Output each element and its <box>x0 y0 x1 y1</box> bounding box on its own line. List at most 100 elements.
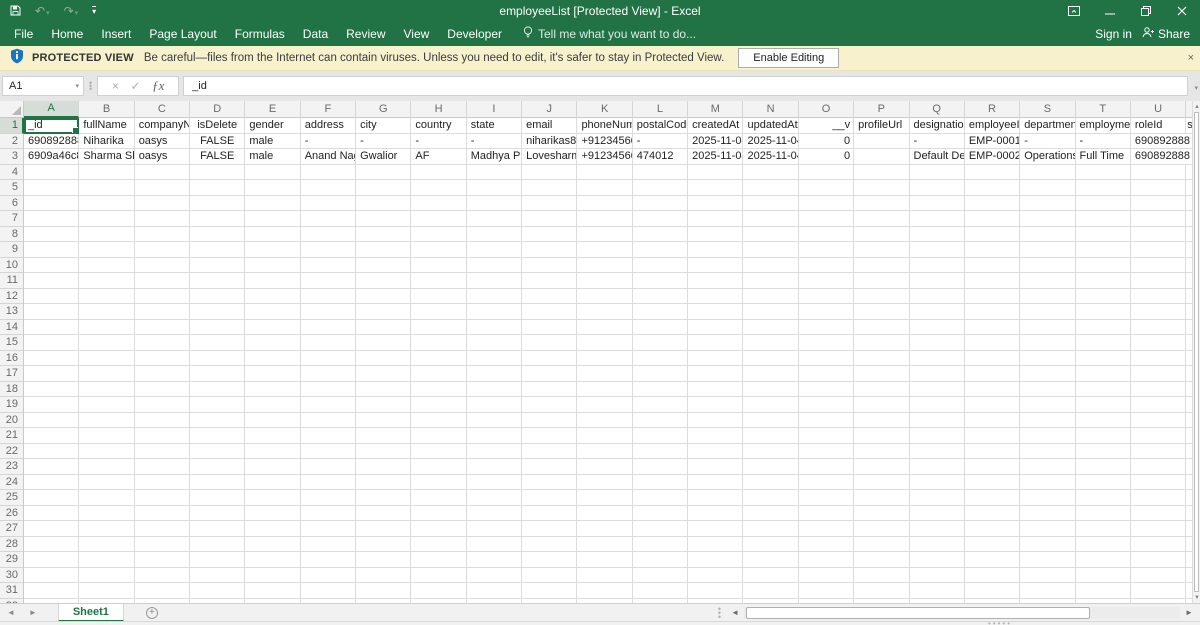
cell-J8[interactable] <box>522 227 577 243</box>
cell-B28[interactable] <box>79 537 134 553</box>
cell-M1[interactable]: createdAt <box>688 118 743 134</box>
cell-R10[interactable] <box>965 258 1020 274</box>
cell-N25[interactable] <box>743 490 798 506</box>
cell-J31[interactable] <box>522 583 577 599</box>
cell-I19[interactable] <box>467 397 522 413</box>
cell-D13[interactable] <box>190 304 245 320</box>
cell-I2[interactable]: - <box>467 134 522 150</box>
cell-A25[interactable] <box>24 490 79 506</box>
cell-L31[interactable] <box>633 583 688 599</box>
cell-U8[interactable] <box>1131 227 1186 243</box>
cell-K27[interactable] <box>577 521 632 537</box>
cell-N14[interactable] <box>743 320 798 336</box>
cell-I20[interactable] <box>467 413 522 429</box>
save-icon[interactable] <box>10 5 21 18</box>
row-header-11[interactable]: 11 <box>0 273 24 289</box>
cell-Q11[interactable] <box>910 273 965 289</box>
cell-C4[interactable] <box>135 165 190 181</box>
cell-I10[interactable] <box>467 258 522 274</box>
cell-A10[interactable] <box>24 258 79 274</box>
cell-F17[interactable] <box>301 366 356 382</box>
cell-G18[interactable] <box>356 382 411 398</box>
cell-G2[interactable]: - <box>356 134 411 150</box>
cell-P24[interactable] <box>854 475 909 491</box>
cell-O30[interactable] <box>799 568 854 584</box>
cell-C12[interactable] <box>135 289 190 305</box>
cell-J27[interactable] <box>522 521 577 537</box>
cell-N18[interactable] <box>743 382 798 398</box>
cell-L16[interactable] <box>633 351 688 367</box>
cell-T11[interactable] <box>1076 273 1131 289</box>
share-button[interactable]: Share <box>1142 27 1190 41</box>
cell-N15[interactable] <box>743 335 798 351</box>
cell-T8[interactable] <box>1076 227 1131 243</box>
cell-L25[interactable] <box>633 490 688 506</box>
cell-M10[interactable] <box>688 258 743 274</box>
sheet-tab-sheet1[interactable]: Sheet1 <box>58 604 124 622</box>
cell-M30[interactable] <box>688 568 743 584</box>
cell-J7[interactable] <box>522 211 577 227</box>
cell-F18[interactable] <box>301 382 356 398</box>
cell-S21[interactable] <box>1020 428 1075 444</box>
cell-O11[interactable] <box>799 273 854 289</box>
cell-R31[interactable] <box>965 583 1020 599</box>
cell-M12[interactable] <box>688 289 743 305</box>
column-header-T[interactable]: T <box>1076 101 1131 118</box>
cell-A21[interactable] <box>24 428 79 444</box>
cell-R7[interactable] <box>965 211 1020 227</box>
cell-L8[interactable] <box>633 227 688 243</box>
cell-C15[interactable] <box>135 335 190 351</box>
cell-T12[interactable] <box>1076 289 1131 305</box>
cell-S11[interactable] <box>1020 273 1075 289</box>
cell-H17[interactable] <box>411 366 466 382</box>
cell-G12[interactable] <box>356 289 411 305</box>
cell-K10[interactable] <box>577 258 632 274</box>
cell-N28[interactable] <box>743 537 798 553</box>
cell-A29[interactable] <box>24 552 79 568</box>
cell-K18[interactable] <box>577 382 632 398</box>
cell-E15[interactable] <box>245 335 300 351</box>
cell-T4[interactable] <box>1076 165 1131 181</box>
cell-L7[interactable] <box>633 211 688 227</box>
cell-Q9[interactable] <box>910 242 965 258</box>
cell-P9[interactable] <box>854 242 909 258</box>
cell-P25[interactable] <box>854 490 909 506</box>
cell-N19[interactable] <box>743 397 798 413</box>
cell-T18[interactable] <box>1076 382 1131 398</box>
cell-S6[interactable] <box>1020 196 1075 212</box>
cell-D23[interactable] <box>190 459 245 475</box>
cell-S28[interactable] <box>1020 537 1075 553</box>
cell-H21[interactable] <box>411 428 466 444</box>
name-box[interactable]: A1 ▾ <box>2 76 84 96</box>
cell-I31[interactable] <box>467 583 522 599</box>
cell-J9[interactable] <box>522 242 577 258</box>
cell-P28[interactable] <box>854 537 909 553</box>
cell-K7[interactable] <box>577 211 632 227</box>
cell-L30[interactable] <box>633 568 688 584</box>
cell-K15[interactable] <box>577 335 632 351</box>
cell-N2[interactable]: 2025-11-04 <box>743 134 798 150</box>
cell-S26[interactable] <box>1020 506 1075 522</box>
cell-L26[interactable] <box>633 506 688 522</box>
cell-U31[interactable] <box>1131 583 1186 599</box>
cell-P2[interactable] <box>854 134 909 150</box>
cell-R18[interactable] <box>965 382 1020 398</box>
cell-T2[interactable]: - <box>1076 134 1131 150</box>
cell-T7[interactable] <box>1076 211 1131 227</box>
cell-F31[interactable] <box>301 583 356 599</box>
cell-M26[interactable] <box>688 506 743 522</box>
cell-H18[interactable] <box>411 382 466 398</box>
cell-N10[interactable] <box>743 258 798 274</box>
cell-Q30[interactable] <box>910 568 965 584</box>
cell-A3[interactable]: 6909a46c8 <box>24 149 79 165</box>
column-header-R[interactable]: R <box>965 101 1020 118</box>
cell-I27[interactable] <box>467 521 522 537</box>
row-header-18[interactable]: 18 <box>0 382 24 398</box>
cell-R5[interactable] <box>965 180 1020 196</box>
cell-C31[interactable] <box>135 583 190 599</box>
cell-H16[interactable] <box>411 351 466 367</box>
cell-E6[interactable] <box>245 196 300 212</box>
cell-M28[interactable] <box>688 537 743 553</box>
cell-N11[interactable] <box>743 273 798 289</box>
cell-L21[interactable] <box>633 428 688 444</box>
